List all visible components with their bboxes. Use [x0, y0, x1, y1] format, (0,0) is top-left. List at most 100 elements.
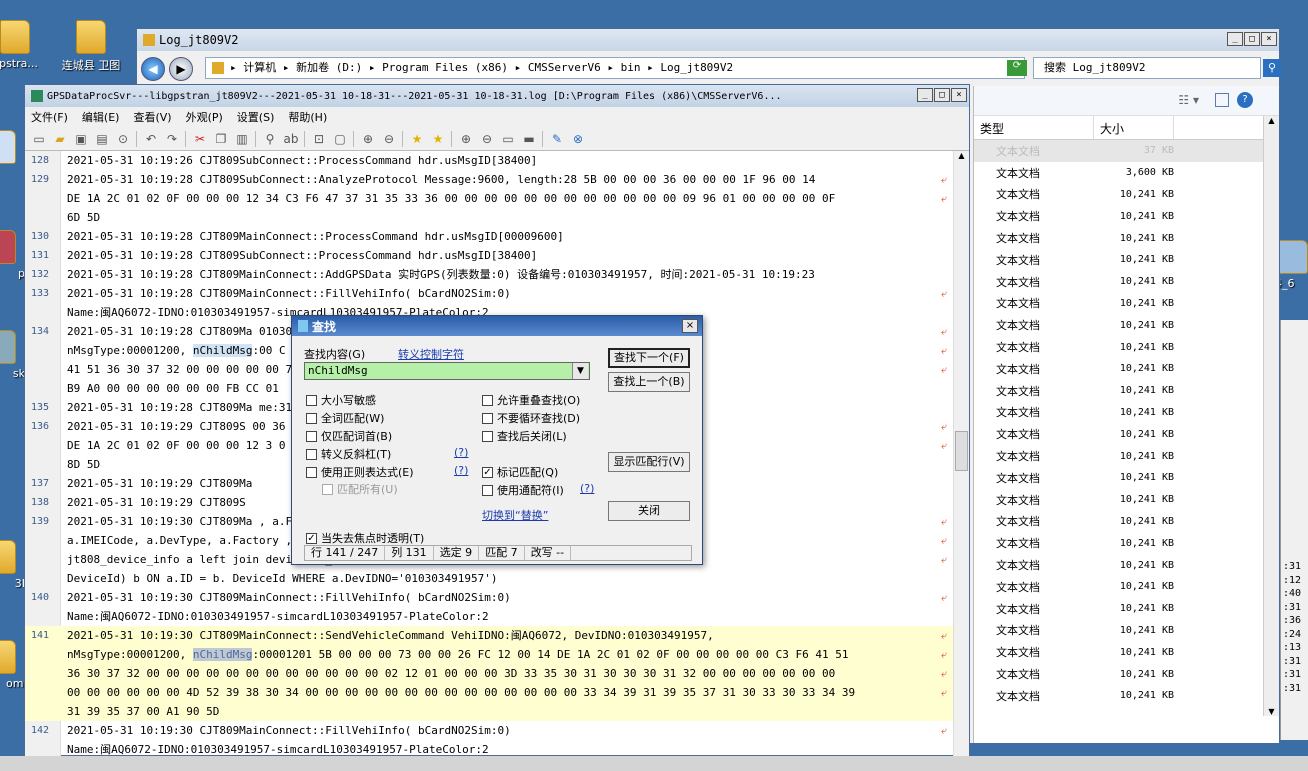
escape-control-link[interactable]: 转义控制字符 — [398, 346, 464, 362]
refresh-icon[interactable]: ⟳ — [1007, 60, 1027, 76]
save-as-icon[interactable]: ▤ — [94, 131, 110, 147]
help-link[interactable]: (?) — [454, 464, 468, 477]
menu-appearance[interactable]: 外观(P) — [186, 109, 223, 125]
path-part[interactable]: 计算机 — [243, 61, 276, 74]
path-part[interactable]: 新加卷 (D:) — [296, 61, 362, 74]
close-icon[interactable]: × — [682, 319, 698, 333]
code-line[interactable]: nMsgType:00001200, nChildMsg:00001201 5B… — [25, 645, 955, 664]
forward-button[interactable]: ▶ — [169, 57, 193, 81]
maximize-button[interactable]: □ — [1244, 32, 1260, 46]
file-row[interactable]: 文本文档 10,241 KB — [974, 336, 1279, 358]
redo-icon[interactable]: ↷ — [164, 131, 180, 147]
code-line[interactable]: 129 2021-05-31 10:19:28 CJT809SubConnect:… — [25, 170, 955, 189]
code-line[interactable]: 128 2021-05-31 10:19:26 CJT809SubConnect:… — [25, 151, 955, 170]
column-type[interactable]: 类型 — [974, 116, 1094, 139]
file-row[interactable]: 文本文档 10,241 KB — [974, 314, 1279, 336]
zoom-minus-icon[interactable]: ⊖ — [479, 131, 495, 147]
file-row[interactable]: 文本文档 10,241 KB — [974, 423, 1279, 445]
file-row[interactable]: 文本文档 37 KB — [974, 140, 1279, 162]
scroll-up-icon[interactable]: ▲ — [1264, 116, 1279, 125]
code-line[interactable]: 142 2021-05-31 10:19:30 CJT809MainConnect… — [25, 721, 955, 740]
regex-checkbox[interactable]: 使用正则表达式(E) — [306, 464, 414, 480]
overlap-checkbox[interactable]: 允许重叠查找(O) — [482, 392, 580, 408]
code-line[interactable]: DeviceId) b ON a.ID = b. DeviceId WHERE … — [25, 569, 955, 588]
checkbox-box[interactable] — [306, 412, 317, 424]
search-input[interactable]: 搜索 Log_jt809V2 — [1033, 57, 1261, 79]
close-button[interactable]: × — [1261, 32, 1277, 46]
file-row[interactable]: 文本文档 10,241 KB — [974, 402, 1279, 424]
find-prev-button[interactable]: 查找上一个(B) — [608, 372, 690, 392]
help-link[interactable]: (?) — [454, 446, 468, 459]
case-sensitive-checkbox[interactable]: 大小写敏感 — [306, 392, 376, 408]
close-button[interactable]: 关闭 — [608, 501, 690, 521]
favorite-add-icon[interactable]: ★ — [430, 131, 446, 147]
file-row[interactable]: 文本文档 10,241 KB — [974, 271, 1279, 293]
zoom-plus-icon[interactable]: ⊕ — [458, 131, 474, 147]
find-dialog[interactable]: 查找 × 查找内容(G) 转义控制字符 nChildMsg ▼ 查找下一个(F)… — [291, 315, 703, 565]
code-line[interactable]: 6D 5D — [25, 208, 955, 227]
scroll-down-icon[interactable]: ▼ — [1264, 707, 1279, 716]
pin-icon[interactable]: ✎ — [549, 131, 565, 147]
code-line[interactable]: 133 2021-05-31 10:19:28 CJT809MainConnect… — [25, 284, 955, 303]
view-options-icon[interactable]: ☷ ▾ — [1178, 93, 1199, 107]
path-part[interactable]: Log_jt809V2 — [660, 61, 733, 74]
fullscreen-icon[interactable]: ▬ — [521, 131, 537, 147]
menu-view[interactable]: 查看(V) — [133, 109, 171, 125]
wildcard-checkbox[interactable]: 使用通配符(I) — [482, 482, 564, 498]
file-row[interactable]: 文本文档 10,241 KB — [974, 467, 1279, 489]
copy-icon[interactable]: ❐ — [213, 131, 229, 147]
code-line[interactable]: 141 2021-05-31 10:19:30 CJT809MainConnect… — [25, 626, 955, 645]
file-row[interactable]: 文本文档 10,241 KB — [974, 445, 1279, 467]
whole-word-checkbox[interactable]: 全词匹配(W) — [306, 410, 384, 426]
code-line[interactable]: 31 39 35 37 00 A1 90 5D — [25, 702, 955, 721]
zoom-in-icon[interactable]: ⊕ — [360, 131, 376, 147]
file-row[interactable]: 文本文档 10,241 KB — [974, 641, 1279, 663]
find-titlebar[interactable]: 查找 — [292, 316, 702, 336]
save-icon[interactable]: ▣ — [73, 131, 89, 147]
file-row[interactable]: 文本文档 10,241 KB — [974, 358, 1279, 380]
path-breadcrumb[interactable]: ▸ 计算机 ▸ 新加卷 (D:) ▸ Program Files (x86) ▸… — [205, 57, 1025, 79]
file-row[interactable]: 文本文档 10,241 KB — [974, 576, 1279, 598]
find-icon[interactable]: ⚲ — [262, 131, 278, 147]
menu-edit[interactable]: 编辑(E) — [82, 109, 120, 125]
minimize-button[interactable]: _ — [1227, 32, 1243, 46]
checkbox-box[interactable] — [306, 466, 317, 478]
path-part[interactable]: CMSServerV6 — [528, 61, 601, 74]
favorite-icon[interactable]: ★ — [409, 131, 425, 147]
file-row[interactable]: 文本文档 10,241 KB — [974, 685, 1279, 707]
code-line[interactable]: 00 00 00 00 00 00 4D 52 39 38 30 34 00 0… — [25, 683, 955, 702]
file-row[interactable]: 文本文档 10,241 KB — [974, 532, 1279, 554]
search-icon[interactable]: ⚲ — [1263, 59, 1281, 77]
desktop-icon[interactable]: gpstra... — [0, 20, 50, 70]
open-folder-icon[interactable]: ▰ — [52, 131, 68, 147]
file-row[interactable]: 文本文档 10,241 KB — [974, 227, 1279, 249]
escape-backslash-checkbox[interactable]: 转义反斜杠(T) — [306, 446, 391, 462]
editor-scrollbar[interactable]: ▲ — [953, 151, 969, 757]
paste-icon[interactable]: ▥ — [234, 131, 250, 147]
code-line[interactable]: Name:闽AQ6072-IDNO:010303491957-simcardL1… — [25, 740, 955, 757]
code-line[interactable]: DE 1A 2C 01 02 0F 00 00 00 12 34 C3 F6 4… — [25, 189, 955, 208]
zoom-out-icon[interactable]: ⊖ — [381, 131, 397, 147]
goto-icon[interactable]: ⊡ — [311, 131, 327, 147]
desktop-icon[interactable]: 连城县 卫图 — [56, 20, 126, 73]
file-row[interactable]: 文本文档 10,241 KB — [974, 380, 1279, 402]
path-part[interactable]: Program Files (x86) — [382, 61, 508, 74]
file-row[interactable]: 文本文档 10,241 KB — [974, 554, 1279, 576]
close-button[interactable]: × — [951, 88, 967, 102]
file-row[interactable]: 文本文档 3,600 KB — [974, 162, 1279, 184]
file-row[interactable]: 文本文档 10,241 KB — [974, 620, 1279, 642]
file-row[interactable]: 文本文档 10,241 KB — [974, 293, 1279, 315]
undo-icon[interactable]: ↶ — [143, 131, 159, 147]
no-wrap-checkbox[interactable]: 不要循环查找(D) — [482, 410, 580, 426]
preview-pane-icon[interactable] — [1215, 93, 1229, 107]
checkbox-box[interactable] — [482, 484, 493, 496]
editor-titlebar[interactable]: GPSDataProcSvr---libgpstran_jt809V2---20… — [25, 85, 969, 107]
file-row[interactable]: 文本文档 10,241 KB — [974, 249, 1279, 271]
file-list-scrollbar[interactable]: ▲ ▼ — [1263, 116, 1279, 716]
help-icon[interactable]: ? — [1237, 92, 1253, 108]
view-icon[interactable]: ▭ — [500, 131, 516, 147]
file-row[interactable]: 文本文档 10,241 KB — [974, 184, 1279, 206]
file-row[interactable]: 文本文档 10,241 KB — [974, 205, 1279, 227]
menu-settings[interactable]: 设置(S) — [237, 109, 275, 125]
chevron-down-icon[interactable]: ▼ — [572, 363, 588, 379]
